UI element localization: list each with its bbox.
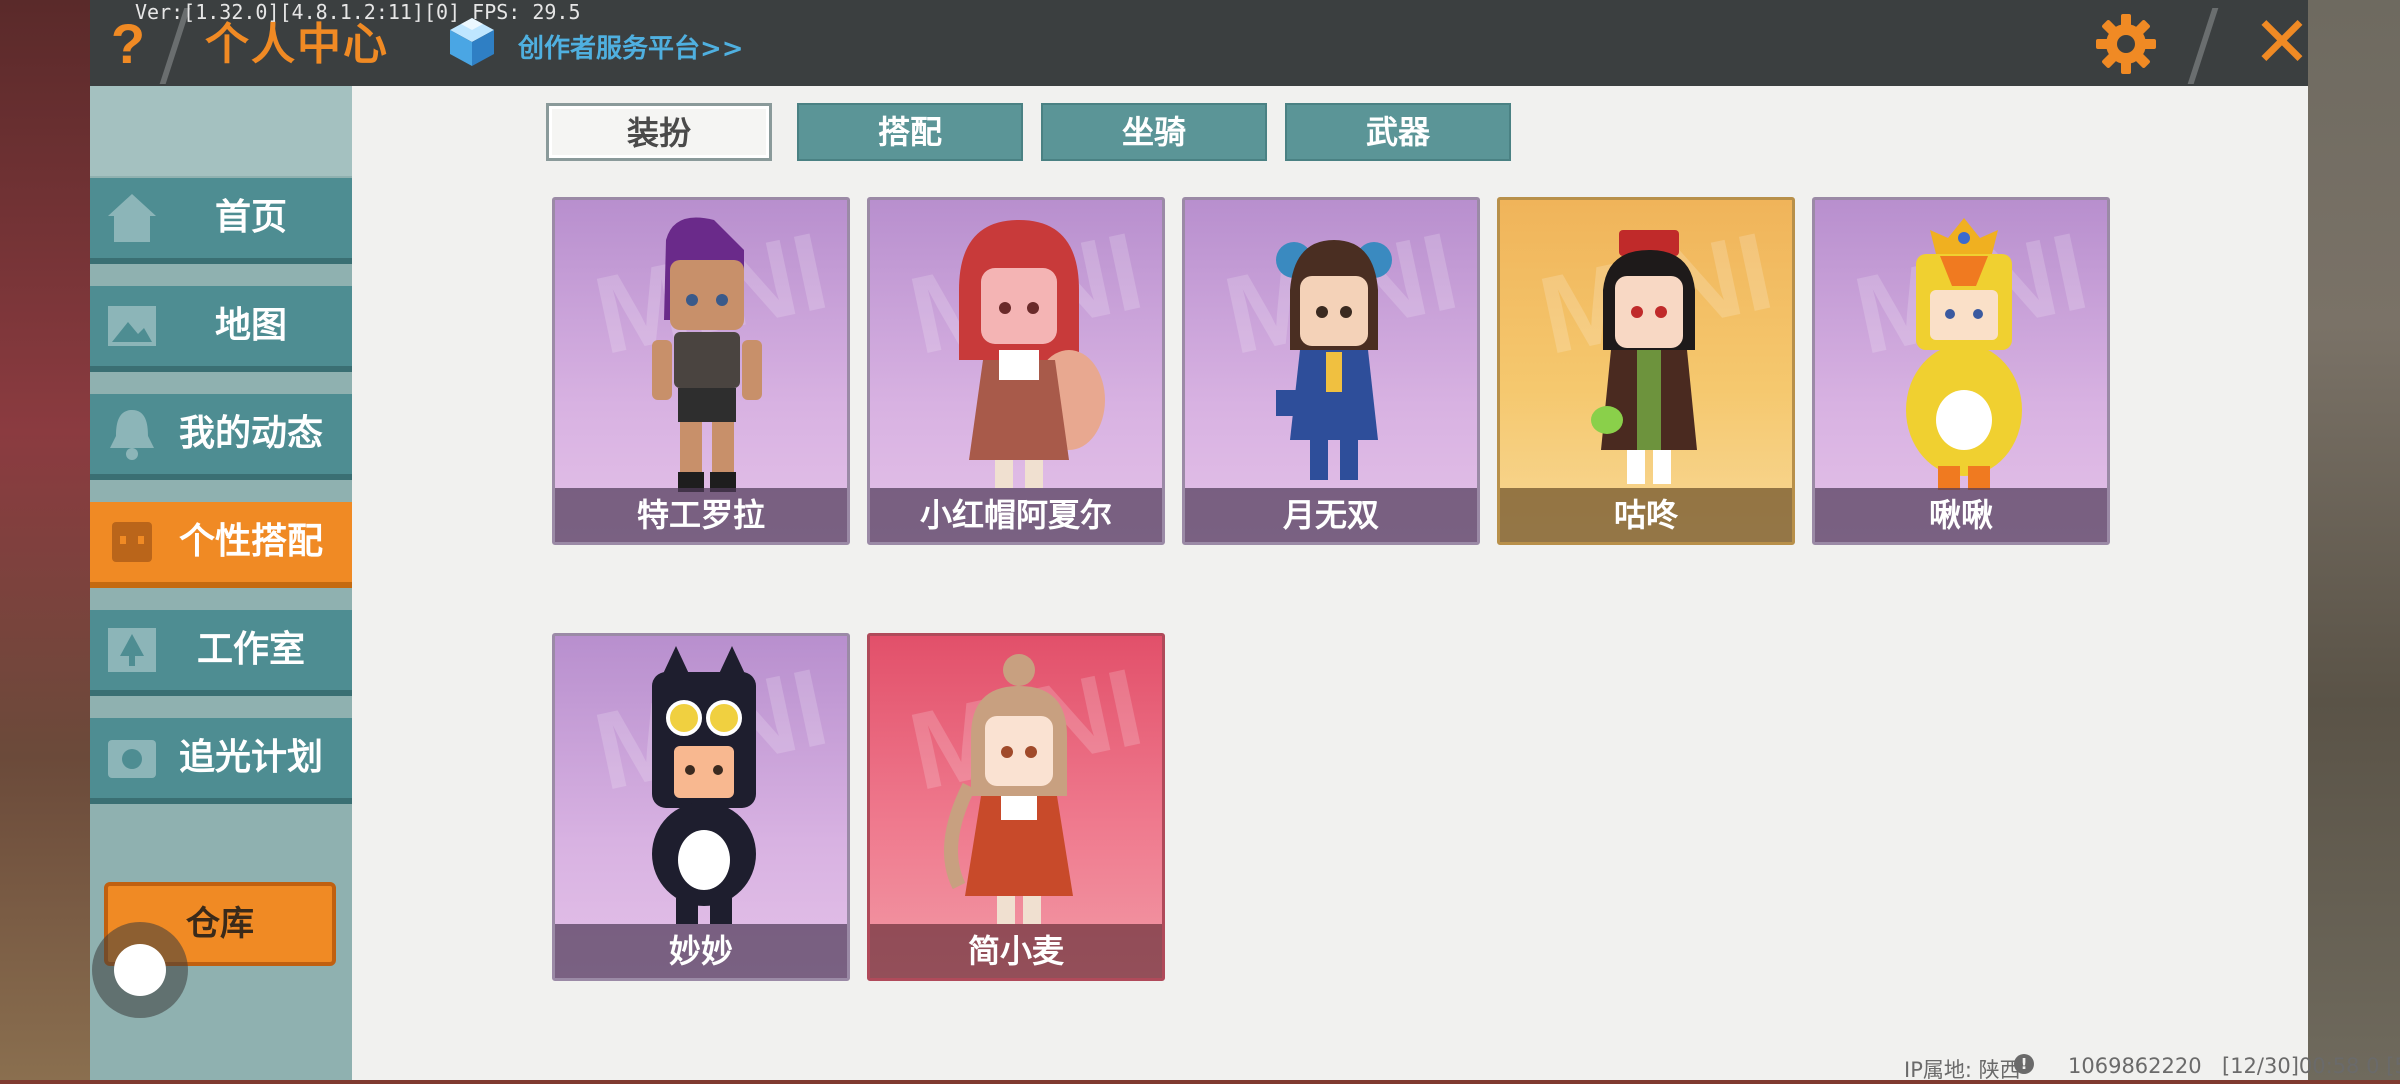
skin-card[interactable]: MINI 月无双 [1182, 197, 1480, 545]
skin-name: 月无双 [1185, 488, 1477, 542]
skin-card[interactable]: MINI 啾啾 [1812, 197, 2110, 545]
skin-name: 啾啾 [1815, 488, 2107, 542]
character-figure [959, 220, 1105, 488]
debug-overlay: Ver:[1.32.0][4.8.1.2:11][0] FPS: 29.5 [135, 0, 581, 24]
character-figure [1591, 230, 1697, 484]
skin-name: 咕咚 [1500, 488, 1792, 542]
tab-dress-up[interactable]: 装扮 [546, 103, 772, 161]
skin-name: 特工罗拉 [555, 488, 847, 542]
skin-name: 妙妙 [555, 924, 847, 978]
sidebar-header [90, 86, 352, 176]
character-figure [652, 217, 762, 492]
sidebar-item-chase-light[interactable]: 追光计划 [90, 718, 352, 804]
character-figure [1906, 218, 2022, 490]
close-icon[interactable]: ✕ [2250, 7, 2314, 77]
info-icon[interactable]: ! [2014, 1054, 2034, 1074]
timestamp: [12/30]00:58 0 [5 [2222, 1054, 2400, 1078]
creator-platform-link[interactable]: 创作者服务平台>> [518, 28, 744, 65]
user-id: 1069862220 [2068, 1054, 2202, 1078]
sidebar-item-label: 地图 [214, 305, 287, 346]
sidebar-item-studio[interactable]: 工作室 [90, 610, 352, 696]
sidebar-item-label: 追光计划 [178, 737, 323, 778]
sidebar-item-label: 首页 [214, 197, 287, 238]
sidebar-item-map[interactable]: 地图 [90, 286, 352, 372]
tab-mount[interactable]: 坐骑 [1041, 103, 1267, 161]
skin-card[interactable]: MINI 妙妙 [552, 633, 850, 981]
skin-card[interactable]: MINI 简小麦 [867, 633, 1165, 981]
game-background-left [0, 0, 90, 1080]
skin-name: 简小麦 [870, 924, 1162, 978]
skin-card[interactable]: MINI 咕咚 [1497, 197, 1795, 545]
character-figure [652, 646, 756, 924]
sidebar-item-label: 工作室 [196, 629, 305, 670]
skin-card[interactable]: MINI 特工罗拉 [552, 197, 850, 545]
joystick-knob[interactable] [114, 944, 166, 996]
sidebar-item-label: 个性搭配 [178, 521, 323, 562]
gear-icon[interactable] [2094, 12, 2158, 76]
sidebar-item-outfit[interactable]: 个性搭配 [90, 502, 352, 588]
game-background-right [2308, 0, 2400, 1080]
sidebar-item-label: 我的动态 [178, 413, 323, 454]
skin-card[interactable]: MINI 小红帽阿夏尔 [867, 197, 1165, 545]
tab-outfit-combo[interactable]: 搭配 [797, 103, 1023, 161]
sidebar-item-home[interactable]: 首页 [90, 178, 352, 264]
tab-weapon[interactable]: 武器 [1285, 103, 1511, 161]
sidebar-item-activity[interactable]: 我的动态 [90, 394, 352, 480]
character-figure [944, 654, 1073, 924]
skin-name: 小红帽阿夏尔 [870, 488, 1162, 542]
character-figure [1276, 240, 1392, 480]
